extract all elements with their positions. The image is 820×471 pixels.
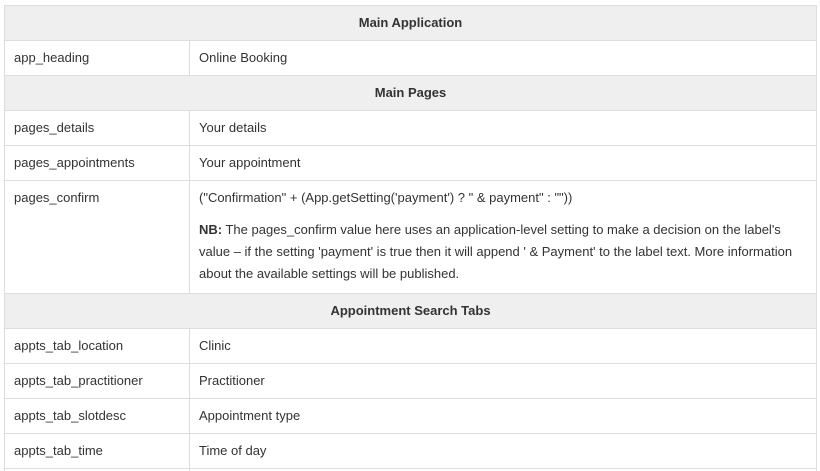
table-row: pages_confirm ("Confirmation" + (App.get… — [5, 181, 817, 294]
setting-value: Your appointment — [190, 146, 817, 181]
setting-key: pages_details — [5, 111, 190, 146]
table-row: appts_tab_slotdesc Appointment type — [5, 399, 817, 434]
settings-table: Main Application app_heading Online Book… — [4, 5, 817, 471]
table-row: pages_appointments Your appointment — [5, 146, 817, 181]
setting-value: Time of day — [190, 434, 817, 469]
setting-key: appts_tab_practitioner — [5, 364, 190, 399]
table-row: appts_tab_location Clinic — [5, 329, 817, 364]
section-header-main-application: Main Application — [5, 6, 817, 41]
setting-value-cell: ("Confirmation" + (App.getSetting('payme… — [190, 181, 817, 294]
setting-value: Appointment type — [190, 399, 817, 434]
setting-key: pages_confirm — [5, 181, 190, 294]
setting-value: ("Confirmation" + (App.getSetting('payme… — [199, 187, 807, 209]
setting-key: pages_appointments — [5, 146, 190, 181]
section-heading: Main Application — [5, 6, 817, 41]
section-header-main-pages: Main Pages — [5, 76, 817, 111]
table-row: app_heading Online Booking — [5, 41, 817, 76]
setting-value: Online Booking — [190, 41, 817, 76]
section-heading: Main Pages — [5, 76, 817, 111]
section-header-appointment-search-tabs: Appointment Search Tabs — [5, 294, 817, 329]
setting-value: Your details — [190, 111, 817, 146]
table-row: appts_tab_practitioner Practitioner — [5, 364, 817, 399]
table-row: appts_tab_time Time of day — [5, 434, 817, 469]
setting-key: appts_tab_time — [5, 434, 190, 469]
setting-key: appts_tab_slotdesc — [5, 399, 190, 434]
note-label: NB: — [199, 222, 222, 237]
setting-note: NB: The pages_confirm value here uses an… — [199, 219, 807, 285]
setting-value: Practitioner — [190, 364, 817, 399]
setting-value: Clinic — [190, 329, 817, 364]
table-row: pages_details Your details — [5, 111, 817, 146]
note-text: The pages_confirm value here uses an app… — [199, 222, 792, 281]
section-heading: Appointment Search Tabs — [5, 294, 817, 329]
setting-key: appts_tab_location — [5, 329, 190, 364]
setting-key: app_heading — [5, 41, 190, 76]
